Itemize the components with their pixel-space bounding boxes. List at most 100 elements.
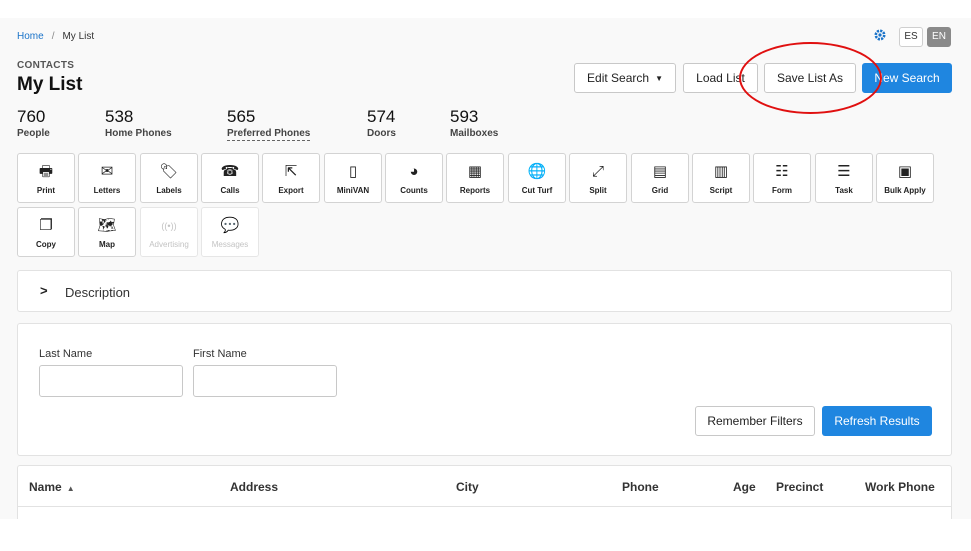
tool-grid-button[interactable]: ▤ Grid	[631, 153, 689, 203]
calculator-icon: ▦	[467, 163, 483, 180]
stat-value: 565	[227, 107, 256, 126]
tool-label: Cut Turf	[521, 186, 553, 195]
column-header-name[interactable]: Name ▲	[29, 480, 75, 494]
tags-icon: 🏷	[159, 163, 179, 180]
tool-task-button[interactable]: ☰ Task	[815, 153, 873, 203]
description-panel[interactable]: > Description	[17, 270, 952, 312]
tool-bulk-apply-button[interactable]: ▣ Bulk Apply	[876, 153, 934, 203]
filter-panel: Last Name First Name Remember Filters Re…	[17, 323, 952, 456]
tool-label: Copy	[36, 240, 56, 249]
breadcrumb-separator: /	[51, 31, 55, 42]
tool-label: Form	[772, 186, 792, 195]
map-icon: 🗺	[97, 217, 117, 234]
form-icon: ☷	[775, 163, 789, 180]
tool-calls-button[interactable]: ☎ Calls	[201, 153, 259, 203]
bulk-apply-icon: ▣	[897, 163, 913, 180]
stats-bar: 760 People 538 Home Phones 565 Preferred…	[0, 107, 600, 147]
column-header-address[interactable]: Address	[230, 480, 278, 494]
tool-cut-turf-button[interactable]: 🌐 Cut Turf	[508, 153, 566, 203]
tool-script-button[interactable]: ▥ Script	[692, 153, 750, 203]
pie-chart-icon: ◕	[409, 163, 419, 180]
new-search-button[interactable]: New Search	[862, 63, 952, 93]
export-icon: ⇱	[284, 163, 298, 180]
grid-icon: ▤	[652, 163, 668, 180]
tool-label: Map	[99, 240, 115, 249]
load-list-button[interactable]: Load List	[683, 63, 758, 93]
tool-label: Split	[589, 186, 607, 195]
last-name-input[interactable]	[39, 365, 183, 397]
tool-label: Task	[835, 186, 853, 195]
column-header-work-phone[interactable]: Work Phone	[865, 480, 935, 494]
tool-letters-button[interactable]: ✉ Letters	[78, 153, 136, 203]
tool-split-button[interactable]: ⤢ Split	[569, 153, 627, 203]
chevron-right-icon[interactable]: >	[40, 283, 48, 298]
breadcrumb-current: My List	[62, 31, 95, 42]
tool-label: Advertising	[149, 240, 189, 249]
stat-label: Doors	[367, 128, 396, 139]
script-icon: ▥	[713, 163, 729, 180]
tool-print-button[interactable]: 🖶 Print	[17, 153, 75, 203]
description-label[interactable]: Description	[65, 285, 130, 300]
tool-label: Messages	[211, 240, 249, 249]
stat-label: People	[17, 128, 50, 139]
tool-label: Counts	[400, 186, 428, 195]
column-header-phone[interactable]: Phone	[622, 480, 659, 494]
language-en-button[interactable]: EN	[927, 27, 951, 47]
tool-minivan-button[interactable]: ▯ MiniVAN	[324, 153, 382, 203]
tool-reports-button[interactable]: ▦ Reports	[446, 153, 504, 203]
stat-label: Mailboxes	[450, 128, 499, 139]
gear-icon[interactable]	[873, 28, 887, 42]
sort-ascending-icon: ▲	[66, 484, 75, 493]
tool-label: Script	[709, 186, 733, 195]
language-es-button[interactable]: ES	[899, 27, 923, 47]
phone-icon: ☎	[220, 163, 240, 180]
edit-search-button[interactable]: Edit Search ▼	[574, 63, 676, 93]
app-page: Home / My List ES EN CONTACTS My List Ed…	[0, 18, 971, 519]
page-title: My List	[17, 74, 83, 95]
printer-icon: 🖶	[38, 163, 54, 180]
stat-mailboxes: 593 Mailboxes	[450, 107, 498, 139]
results-table: Name ▲ Address City Phone Age Precinct Wo…	[17, 465, 952, 519]
last-name-label: Last Name	[39, 348, 93, 360]
tool-advertising-button: ((•)) Advertising	[140, 207, 198, 257]
tool-form-button[interactable]: ☷ Form	[753, 153, 811, 203]
tool-copy-button[interactable]: ❐ Copy	[17, 207, 75, 257]
expand-icon: ⤢	[591, 163, 604, 180]
edit-search-label: Edit Search	[587, 71, 650, 85]
stat-people: 760 People	[17, 107, 50, 139]
globe-icon: 🌐	[527, 163, 547, 180]
stat-label[interactable]: Preferred Phones	[227, 128, 311, 141]
remember-filters-button[interactable]: Remember Filters	[695, 406, 815, 436]
column-header-precinct[interactable]: Precinct	[776, 480, 823, 494]
tool-label: MiniVAN	[336, 186, 370, 195]
tool-counts-button[interactable]: ◕ Counts	[385, 153, 443, 203]
tool-label: Letters	[93, 186, 121, 195]
stat-preferred-phones[interactable]: 565 Preferred Phones	[227, 107, 311, 141]
refresh-results-button[interactable]: Refresh Results	[822, 406, 932, 436]
broadcast-icon: ((•))	[161, 221, 177, 231]
column-header-city[interactable]: City	[456, 480, 479, 494]
tool-label: Reports	[459, 186, 491, 195]
envelope-icon: ✉	[100, 163, 114, 180]
stat-label: Home Phones	[105, 128, 172, 139]
section-label: CONTACTS	[17, 60, 75, 71]
first-name-input[interactable]	[193, 365, 337, 397]
tool-messages-button: 💬 Messages	[201, 207, 259, 257]
copy-icon: ❐	[39, 217, 53, 234]
tool-export-button[interactable]: ⇱ Export	[262, 153, 320, 203]
save-list-as-button[interactable]: Save List As	[764, 63, 856, 93]
tool-label: Bulk Apply	[884, 186, 926, 195]
tool-labels-button[interactable]: 🏷 Labels	[140, 153, 198, 203]
breadcrumb-home-link[interactable]: Home	[17, 31, 44, 42]
stat-value: 593	[450, 107, 479, 126]
table-divider	[18, 506, 951, 507]
stat-value: 574	[367, 107, 396, 126]
column-header-age[interactable]: Age	[733, 480, 756, 494]
tool-map-button[interactable]: 🗺 Map	[78, 207, 136, 257]
stat-doors: 574 Doors	[367, 107, 396, 139]
column-header-label: Name	[29, 480, 62, 494]
stat-value: 538	[105, 107, 134, 126]
tool-label: Export	[278, 186, 304, 195]
first-name-label: First Name	[193, 348, 247, 360]
mobile-icon: ▯	[348, 163, 358, 180]
